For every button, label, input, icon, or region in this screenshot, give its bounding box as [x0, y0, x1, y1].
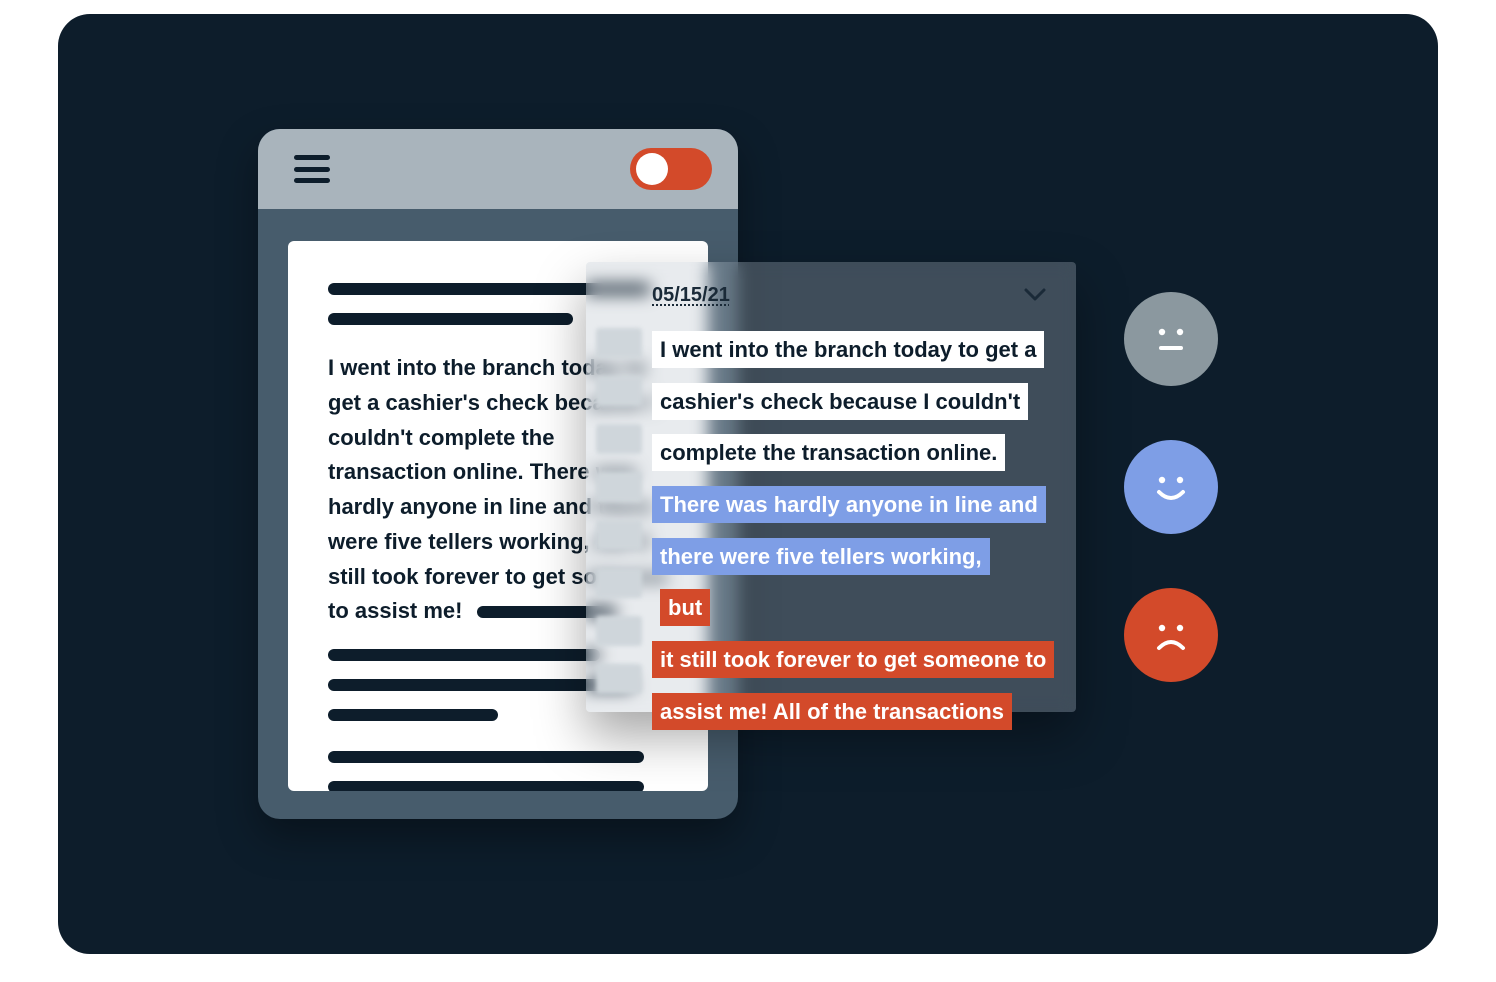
- sentiment-negative-button[interactable]: [1124, 588, 1218, 682]
- thumbnail: [596, 424, 642, 454]
- segment-positive: There was hardly anyone in line and ther…: [652, 486, 1046, 575]
- sentiment-selector: [1124, 292, 1218, 682]
- face-smile-icon: [1144, 460, 1198, 514]
- thumbnail-strip: [596, 324, 642, 694]
- skeleton-line: [328, 709, 498, 721]
- thumbnail: [596, 616, 642, 646]
- analysis-header: 05/15/21: [652, 282, 1048, 308]
- toggle-knob: [636, 153, 668, 185]
- illustration-stage: I went into the branch today to get a ca…: [58, 14, 1438, 954]
- analysis-date: 05/15/21: [652, 284, 730, 307]
- face-frown-icon: [1144, 608, 1198, 662]
- segment-neutral: I went into the branch today to get a ca…: [652, 331, 1044, 471]
- hamburger-icon[interactable]: [294, 155, 330, 183]
- thumbnail: [596, 472, 642, 502]
- device-topbar: [258, 129, 738, 209]
- segment-negative: it still took forever to get someone to …: [652, 641, 1054, 730]
- chevron-down-icon[interactable]: [1022, 282, 1048, 308]
- sentiment-positive-button[interactable]: [1124, 440, 1218, 534]
- thumbnail: [596, 328, 642, 358]
- thumbnail: [596, 520, 642, 550]
- sentiment-neutral-button[interactable]: [1124, 292, 1218, 386]
- thumbnail: [596, 568, 642, 598]
- skeleton-line: [328, 313, 573, 325]
- toggle-switch[interactable]: [630, 148, 712, 190]
- thumbnail: [596, 664, 642, 694]
- thumbnail: [596, 376, 642, 406]
- analysis-card: 05/15/21 I went into the branch today to…: [586, 262, 1076, 712]
- skeleton-line: [328, 751, 644, 763]
- skeleton-line: [328, 649, 600, 661]
- face-neutral-icon: [1144, 312, 1198, 366]
- skeleton-line: [328, 781, 644, 791]
- segment-negative: but: [660, 589, 710, 626]
- sentiment-segments: I went into the branch today to get a ca…: [652, 324, 1048, 738]
